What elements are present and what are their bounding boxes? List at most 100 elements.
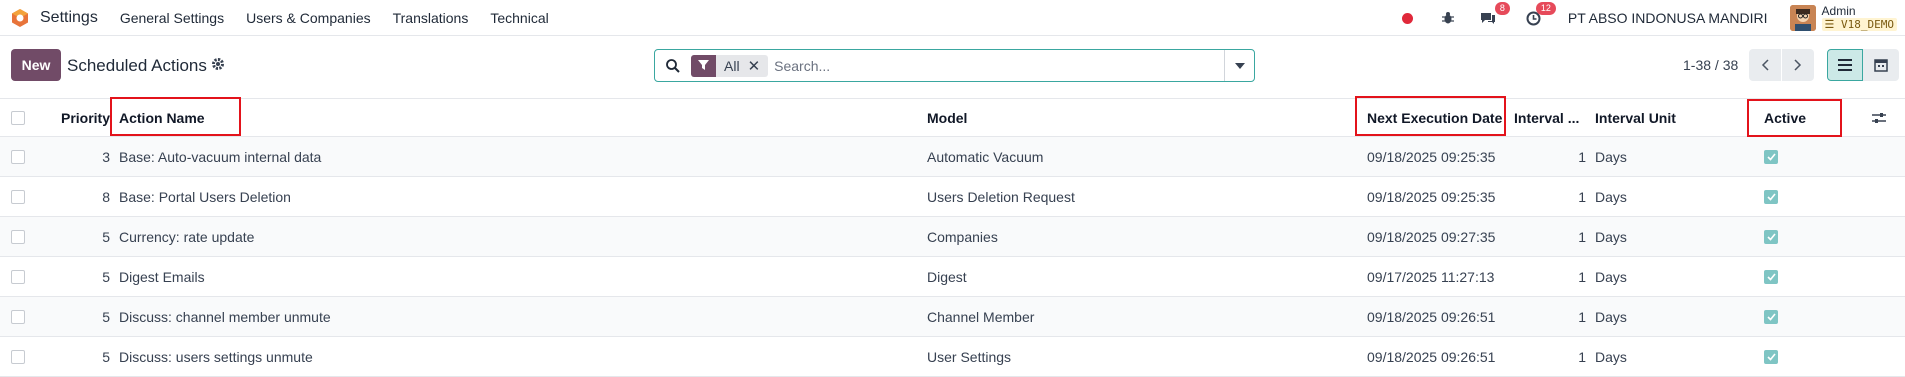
column-interval[interactable]: Interval ... [1514,99,1586,136]
scheduled-actions-table: Priority Action Name Model Next Executio… [0,98,1905,377]
cell-priority: 3 [102,148,110,165]
pager-previous-button[interactable] [1749,49,1781,81]
database-name: ☰ V18_DEMO [1821,18,1897,31]
optional-columns-icon[interactable] [1872,99,1886,136]
activity-clock-icon[interactable]: 12 [1524,2,1556,28]
cell-next-execution-date: 09/18/2025 09:26:51 [1367,348,1496,365]
row-checkbox[interactable] [11,337,25,376]
menu-users-companies[interactable]: Users & Companies [246,10,371,26]
cell-priority: 5 [102,228,110,245]
cell-interval-unit: Days [1595,188,1627,205]
filter-icon [691,54,716,77]
cell-interval: 1 [1578,268,1586,285]
facet-value: All [724,57,740,74]
table-body: 3 Base: Auto-vacuum internal data Automa… [0,137,1905,377]
new-button[interactable]: New [11,49,61,81]
activities-badge: 12 [1535,2,1556,15]
cell-action-name[interactable]: Base: Auto-vacuum internal data [119,137,321,176]
table-row[interactable]: 5 Discuss: users settings unmute User Se… [0,337,1905,377]
cell-priority: 5 [102,268,110,285]
cell-action-name[interactable]: Base: Portal Users Deletion [119,177,291,216]
gear-icon[interactable] [211,57,225,74]
select-all-checkbox[interactable] [11,99,25,136]
cell-model: Users Deletion Request [927,188,1075,205]
table-row[interactable]: 8 Base: Portal Users Deletion Users Dele… [0,177,1905,217]
record-dot-icon[interactable] [1398,8,1418,28]
cell-interval: 1 [1578,308,1586,325]
cell-interval-unit: Days [1595,228,1627,245]
list-view-button[interactable] [1827,49,1863,81]
cell-interval: 1 [1578,228,1586,245]
active-checkbox[interactable] [1764,257,1778,296]
cell-interval-unit: Days [1595,308,1627,325]
table-row[interactable]: 5 Currency: rate update Companies 09/18/… [0,217,1905,257]
remove-facet-icon[interactable]: ✕ [748,57,769,75]
table-row[interactable]: 3 Base: Auto-vacuum internal data Automa… [0,137,1905,177]
active-checkbox[interactable] [1764,137,1778,176]
pager-value[interactable]: 1-38 / 38 [1683,57,1738,73]
pager-next-button[interactable] [1782,49,1814,81]
column-priority[interactable]: Priority [40,99,110,136]
user-avatar[interactable] [1789,5,1816,31]
search-options-toggle[interactable] [1224,50,1254,81]
table-row[interactable]: 5 Discuss: channel member unmute Channel… [0,297,1905,337]
menu-translations[interactable]: Translations [393,10,469,26]
row-checkbox[interactable] [11,217,25,256]
company-switcher[interactable]: PT ABSO INDONUSA MANDIRI [1568,10,1768,26]
cell-interval: 1 [1578,188,1586,205]
table-header: Priority Action Name Model Next Executio… [0,98,1905,137]
calendar-view-button[interactable] [1863,49,1899,81]
cell-interval-unit: Days [1595,348,1627,365]
user-menu[interactable]: Admin ☰ V18_DEMO [1821,4,1897,31]
cell-interval: 1 [1578,148,1586,165]
cell-action-name[interactable]: Discuss: users settings unmute [119,337,313,376]
column-interval-unit[interactable]: Interval Unit [1595,99,1676,136]
active-checkbox[interactable] [1764,337,1778,376]
search-bar[interactable]: All ✕ [654,49,1255,82]
row-checkbox[interactable] [11,257,25,296]
cell-model: Channel Member [927,308,1035,325]
table-row[interactable]: 5 Digest Emails Digest 09/17/2025 11:27:… [0,257,1905,297]
row-checkbox[interactable] [11,137,25,176]
app-title[interactable]: Settings [40,9,98,27]
cell-priority: 8 [102,188,110,205]
column-active[interactable]: Active [1764,99,1806,136]
row-checkbox[interactable] [11,297,25,336]
cell-priority: 5 [102,348,110,365]
cell-interval-unit: Days [1595,268,1627,285]
messages-icon[interactable]: 8 [1478,2,1510,28]
menu-general-settings[interactable]: General Settings [120,10,224,26]
messages-badge: 8 [1494,2,1510,15]
page-title: Scheduled Actions [67,56,207,75]
view-switcher [1827,49,1899,81]
cell-action-name[interactable]: Currency: rate update [119,217,254,256]
cell-next-execution-date: 09/17/2025 11:27:13 [1367,268,1495,285]
cell-model: Digest [927,268,967,285]
cell-model: User Settings [927,348,1012,365]
menu-technical[interactable]: Technical [490,10,548,26]
cell-interval-unit: Days [1595,148,1627,165]
column-model[interactable]: Model [927,99,967,136]
search-input[interactable] [774,57,1224,74]
search-facet[interactable]: All ✕ [691,54,769,77]
pager-buttons [1749,49,1814,81]
active-checkbox[interactable] [1764,177,1778,216]
cell-next-execution-date: 09/18/2025 09:27:35 [1367,228,1496,245]
row-checkbox[interactable] [11,177,25,216]
cell-next-execution-date: 09/18/2025 09:25:35 [1367,148,1496,165]
odoo-logo-icon[interactable] [10,8,30,28]
cell-interval: 1 [1578,348,1586,365]
database-name-text: V18_DEMO [1841,18,1894,31]
search-icon [665,58,681,74]
top-navbar: Settings General Settings Users & Compan… [0,0,1905,36]
cell-action-name[interactable]: Discuss: channel member unmute [119,297,331,336]
cell-next-execution-date: 09/18/2025 09:26:51 [1367,308,1496,325]
active-checkbox[interactable] [1764,217,1778,256]
bug-icon[interactable] [1438,8,1458,28]
column-action-name[interactable]: Action Name [119,99,205,136]
cell-action-name[interactable]: Digest Emails [119,257,205,296]
active-checkbox[interactable] [1764,297,1778,336]
column-next-execution-date[interactable]: Next Execution Date [1367,99,1502,136]
cell-next-execution-date: 09/18/2025 09:25:35 [1367,188,1496,205]
user-name: Admin [1821,4,1856,18]
